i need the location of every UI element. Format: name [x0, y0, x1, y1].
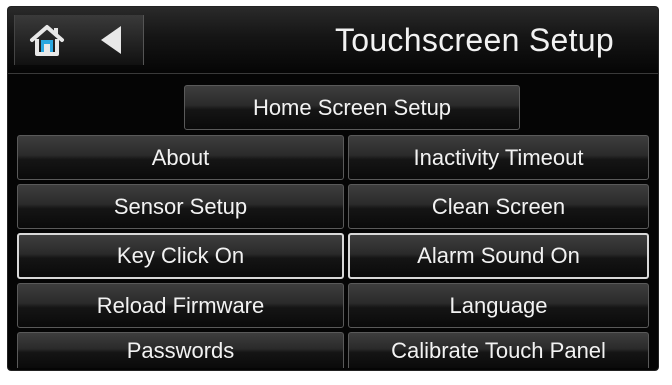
inactivity-timeout-button[interactable]: Inactivity Timeout	[348, 135, 649, 180]
touchscreen-panel: Touchscreen Setup Home Screen Setup Abou…	[8, 7, 658, 370]
calibrate-touch-panel-button[interactable]: Calibrate Touch Panel	[348, 332, 649, 368]
key-click-toggle[interactable]: Key Click On	[17, 233, 344, 279]
language-button[interactable]: Language	[348, 283, 649, 328]
about-button[interactable]: About	[17, 135, 344, 180]
clean-screen-button[interactable]: Clean Screen	[348, 184, 649, 229]
back-button[interactable]	[79, 15, 144, 65]
home-button[interactable]	[14, 15, 80, 65]
reload-firmware-button[interactable]: Reload Firmware	[17, 283, 344, 328]
home-screen-setup-button[interactable]: Home Screen Setup	[184, 85, 520, 130]
page-title: Touchscreen Setup	[334, 22, 614, 58]
home-icon	[30, 25, 64, 56]
alarm-sound-toggle[interactable]: Alarm Sound On	[348, 233, 649, 279]
back-arrow-icon	[101, 26, 121, 54]
header-bar: Touchscreen Setup	[8, 7, 658, 74]
passwords-button[interactable]: Passwords	[17, 332, 344, 368]
sensor-setup-button[interactable]: Sensor Setup	[17, 184, 344, 229]
